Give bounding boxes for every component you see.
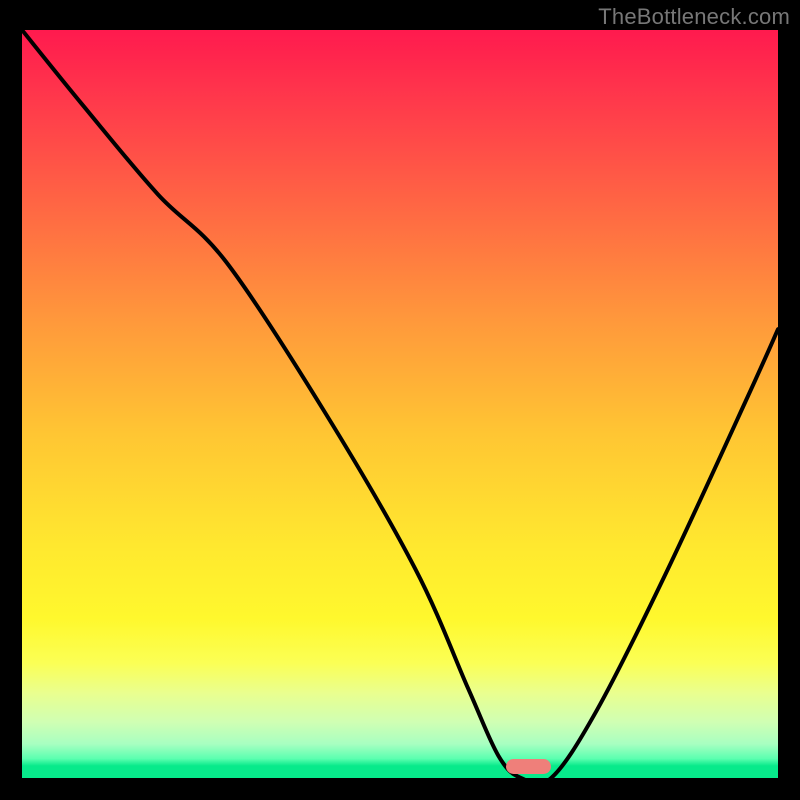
bottleneck-curve-path [22,30,778,778]
optimal-marker [506,759,551,774]
chart-frame: TheBottleneck.com [0,0,800,800]
watermark-text: TheBottleneck.com [598,4,790,30]
plot-area [22,30,778,778]
bottleneck-curve [22,30,778,778]
